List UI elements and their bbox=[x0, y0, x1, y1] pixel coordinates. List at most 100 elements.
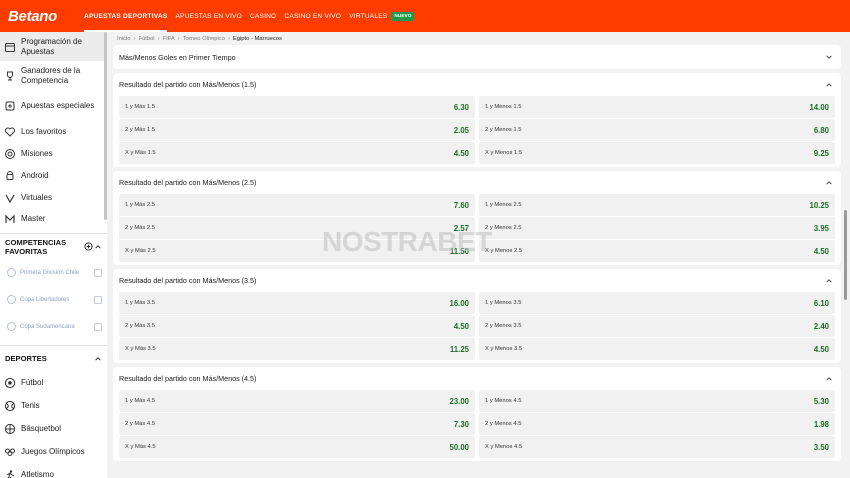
sidebar-item-trophy[interactable]: Ganadores de la Competencia bbox=[0, 61, 107, 90]
sport-item-tennis[interactable]: Tenis bbox=[0, 394, 107, 417]
odds-button[interactable]: 1 y Menos 1.5 14.00 bbox=[479, 96, 835, 118]
odds-button[interactable]: 1 y Menos 4.5 5.30 bbox=[479, 390, 835, 412]
chevron-up-icon[interactable] bbox=[825, 81, 833, 89]
favorite-competition[interactable]: Copa Sudamericana bbox=[0, 313, 107, 340]
market-panel: Resultado del partido con Más/Menos (1.5… bbox=[113, 73, 841, 167]
nav-casino[interactable]: CASINO bbox=[250, 0, 276, 32]
chevron-up-icon[interactable] bbox=[94, 243, 102, 251]
main-nav: APUESTAS DEPORTIVAS APUESTAS EN VIVO CAS… bbox=[84, 0, 415, 32]
odds-button[interactable]: 2 y Menos 2.5 3.95 bbox=[479, 217, 835, 239]
master-icon bbox=[5, 214, 15, 223]
favorite-checkbox[interactable] bbox=[94, 268, 102, 277]
chevron-up-icon[interactable] bbox=[94, 355, 102, 363]
breadcrumb-item[interactable]: Inicio bbox=[117, 36, 131, 42]
betano-logo[interactable]: Betano bbox=[8, 8, 80, 25]
odds-button[interactable]: 1 y Más 1.5 6.30 bbox=[119, 96, 475, 118]
odds-button[interactable]: X y Más 4.5 50.00 bbox=[119, 436, 475, 458]
sidebar-item-calendar[interactable]: Programación de Apuestas bbox=[0, 32, 107, 61]
odds-button[interactable]: 1 y Más 4.5 23.00 bbox=[119, 390, 475, 412]
market-header[interactable]: Resultado del partido con Más/Menos (1.5… bbox=[113, 73, 841, 96]
nav-live-casino[interactable]: CASINO EN VIVO bbox=[284, 0, 341, 32]
sport-item-athletics[interactable]: Atletismo bbox=[0, 463, 107, 478]
selection-label: X y Menos 2.5 bbox=[485, 248, 523, 254]
odds-value: 10.25 bbox=[809, 200, 829, 210]
odds-value: 2.57 bbox=[453, 223, 469, 233]
sidebar: Programación de Apuestas Ganadores de la … bbox=[0, 32, 107, 478]
nav-virtuals[interactable]: VIRTUALES bbox=[349, 0, 387, 32]
odds-value: 4.50 bbox=[453, 148, 469, 158]
odds-button[interactable]: 1 y Menos 3.5 6.10 bbox=[479, 292, 835, 314]
sport-item-olympics[interactable]: Juegos Olímpicos bbox=[0, 440, 107, 463]
odds-value: 5.30 bbox=[813, 396, 829, 406]
odds-button[interactable]: 1 y Más 2.5 7.60 bbox=[119, 194, 475, 216]
odds-button[interactable]: 1 y Más 3.5 16.00 bbox=[119, 292, 475, 314]
odds-button[interactable]: 2 y Más 3.5 4.50 bbox=[119, 315, 475, 337]
selection-label: X y Más 4.5 bbox=[125, 444, 156, 450]
odds-button[interactable]: X y Menos 4.5 3.50 bbox=[479, 436, 835, 458]
sport-label: Básquetbol bbox=[21, 423, 62, 433]
odds-button[interactable]: X y Más 2.5 11.50 bbox=[119, 240, 475, 262]
odds-value: 23.00 bbox=[449, 396, 469, 406]
selection-label: 1 y Más 2.5 bbox=[125, 202, 155, 208]
breadcrumb-item[interactable]: FIFA bbox=[163, 36, 175, 42]
sidebar-item-heart[interactable]: Los favoritos bbox=[0, 121, 107, 143]
odds-value: 4.50 bbox=[453, 321, 469, 331]
nav-sports-betting[interactable]: APUESTAS DEPORTIVAS bbox=[84, 0, 168, 32]
chevron-up-icon[interactable] bbox=[825, 277, 833, 285]
market-header[interactable]: Resultado del partido con Más/Menos (3.5… bbox=[113, 269, 841, 292]
odds-button[interactable]: X y Menos 3.5 4.50 bbox=[479, 338, 835, 360]
odds-button[interactable]: 2 y Menos 3.5 2.40 bbox=[479, 315, 835, 337]
sidebar-item-label: Programación de Apuestas bbox=[21, 36, 82, 56]
sport-item-soccer[interactable]: Fútbol bbox=[0, 371, 107, 394]
chevron-up-icon[interactable] bbox=[825, 179, 833, 187]
odds-button[interactable]: X y Más 1.5 4.50 bbox=[119, 142, 475, 164]
sport-item-basketball[interactable]: Básquetbol bbox=[0, 417, 107, 440]
selection-label: 1 y Más 4.5 bbox=[125, 398, 155, 404]
odds-button[interactable]: X y Menos 1.5 9.25 bbox=[479, 142, 835, 164]
odds-button[interactable]: X y Menos 2.5 4.50 bbox=[479, 240, 835, 262]
android-icon bbox=[6, 171, 14, 180]
odds-button[interactable]: 2 y Más 2.5 2.57 bbox=[119, 217, 475, 239]
nav-live-betting[interactable]: APUESTAS EN VIVO bbox=[175, 0, 241, 32]
favorite-competitions-header: COMPETENCIAS FAVORITAS bbox=[0, 233, 107, 259]
soccer-ball-icon bbox=[7, 322, 16, 331]
favorite-checkbox[interactable] bbox=[94, 322, 102, 331]
selection-label: X y Menos 1.5 bbox=[485, 150, 523, 156]
market-title: Resultado del partido con Más/Menos (1.5… bbox=[119, 80, 257, 89]
new-badge: NUEVO bbox=[391, 11, 415, 21]
selection-label: 2 y Menos 4.5 bbox=[485, 421, 522, 427]
breadcrumb-item[interactable]: Fútbol bbox=[138, 36, 154, 42]
sport-label: Tenis bbox=[21, 400, 40, 410]
market-title: Más/Menos Goles en Primer Tiempo bbox=[119, 52, 236, 62]
sidebar-item-virtual[interactable]: Virtuales bbox=[0, 187, 107, 209]
odds-button[interactable]: 2 y Menos 1.5 6.80 bbox=[479, 119, 835, 141]
sidebar-scrollbar[interactable] bbox=[104, 32, 107, 220]
sport-label: Atletismo bbox=[21, 469, 54, 478]
odds-button[interactable]: 2 y Más 1.5 2.05 bbox=[119, 119, 475, 141]
market-header[interactable]: Resultado del partido con Más/Menos (4.5… bbox=[113, 367, 841, 390]
selection-label: X y Más 3.5 bbox=[125, 346, 156, 352]
main-content: Inicio › Fútbol › FIFA › Torneo Olímpico › Egipt… bbox=[113, 32, 841, 478]
sidebar-item-android[interactable]: Android bbox=[0, 165, 107, 187]
sidebar-item-special-bets[interactable]: Apuestas especiales bbox=[0, 90, 107, 121]
market-title: Resultado del partido con Más/Menos (3.5… bbox=[119, 276, 257, 285]
sidebar-item-label: Ganadores de la Competencia bbox=[21, 65, 81, 85]
sidebar-item-target[interactable]: Misiones bbox=[0, 143, 107, 165]
odds-button[interactable]: 1 y Menos 2.5 10.25 bbox=[479, 194, 835, 216]
main-scrollbar[interactable] bbox=[844, 210, 847, 300]
odds-button[interactable]: X y Más 3.5 11.25 bbox=[119, 338, 475, 360]
add-circle-icon[interactable] bbox=[84, 242, 93, 251]
favorite-competition[interactable]: Copa Libertadores bbox=[0, 286, 107, 313]
favorite-competition[interactable]: Primera División Chile bbox=[0, 259, 107, 286]
chevron-up-icon[interactable] bbox=[825, 375, 833, 383]
odds-value: 1.98 bbox=[813, 419, 829, 429]
chevron-down-icon[interactable] bbox=[825, 53, 833, 61]
favorite-checkbox[interactable] bbox=[94, 295, 102, 304]
sidebar-item-master[interactable]: Master bbox=[0, 209, 107, 229]
market-header[interactable]: Resultado del partido con Más/Menos (2.5… bbox=[113, 171, 841, 194]
odds-button[interactable]: 2 y Menos 4.5 1.98 bbox=[479, 413, 835, 435]
soccer-icon bbox=[4, 377, 16, 388]
breadcrumb-item[interactable]: Torneo Olímpico bbox=[183, 36, 225, 42]
market-collapsed[interactable]: Más/Menos Goles en Primer Tiempo bbox=[113, 45, 841, 69]
odds-button[interactable]: 2 y Más 4.5 7.30 bbox=[119, 413, 475, 435]
